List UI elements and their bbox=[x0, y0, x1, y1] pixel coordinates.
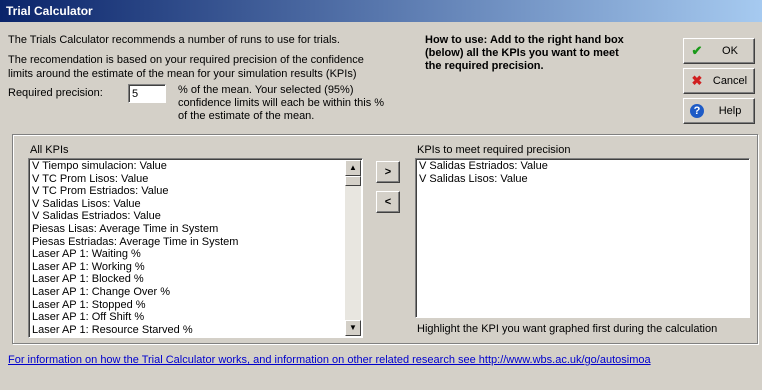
remove-kpi-button[interactable]: < bbox=[376, 191, 400, 213]
help-button[interactable]: ? Help bbox=[683, 98, 755, 124]
add-kpi-button[interactable]: > bbox=[376, 161, 400, 183]
up-arrow-icon[interactable]: ▲ bbox=[345, 160, 361, 176]
all-kpis-list-item[interactable]: Laser AP 1: Change Over % bbox=[29, 286, 344, 299]
howto-line-1: How to use: Add to the right hand box bbox=[425, 34, 624, 46]
all-kpis-list-item[interactable]: Laser AP 1: Off Shift % bbox=[29, 311, 344, 324]
title-bar: Trial Calculator bbox=[0, 0, 762, 22]
all-kpis-list-item[interactable]: V Salidas Estriados: Value bbox=[29, 210, 344, 223]
selected-kpis-label: KPIs to meet required precision bbox=[417, 144, 571, 156]
all-kpis-list-item[interactable]: V TC Prom Lisos: Value bbox=[29, 173, 344, 186]
all-kpis-list-item[interactable]: Laser AP 1: Blocked % bbox=[29, 273, 344, 286]
selected-kpis-list[interactable]: V Salidas Estriados: Value V Salidas Liso… bbox=[415, 158, 750, 318]
window-title: Trial Calculator bbox=[6, 4, 93, 18]
all-kpis-label: All KPIs bbox=[30, 144, 69, 156]
all-kpis-list-item[interactable]: Laser AP 1: Waiting % bbox=[29, 248, 344, 261]
all-kpis-list-item[interactable]: Piesas Lisas: Average Time in System bbox=[29, 223, 344, 236]
all-kpis-list-item[interactable]: V TC Prom Estriados: Value bbox=[29, 185, 344, 198]
all-kpis-scrollbar[interactable]: ▲ ▼ bbox=[345, 160, 361, 336]
cancel-button[interactable]: ✖ Cancel bbox=[683, 68, 755, 94]
precision-desc-1: % of the mean. Your selected (95%) bbox=[178, 84, 354, 96]
intro-line-3: limits around the estimate of the mean f… bbox=[8, 68, 357, 80]
precision-desc-2: confidence limits will each be within th… bbox=[178, 97, 385, 109]
all-kpis-list-item[interactable]: Laser AP 1: Stopped % bbox=[29, 299, 344, 312]
all-kpis-list-item[interactable]: Piesas Estriadas: Average Time in System bbox=[29, 236, 344, 249]
howto-line-3: the required precision. bbox=[425, 60, 544, 72]
selected-kpis-list-item[interactable]: V Salidas Estriados: Value bbox=[416, 160, 749, 173]
intro-line-2: The recomendation is based on your requi… bbox=[8, 54, 364, 66]
question-icon: ? bbox=[690, 104, 704, 118]
selected-kpis-list-item[interactable]: V Salidas Lisos: Value bbox=[416, 173, 749, 186]
howto-line-2: (below) all the KPIs you want to meet bbox=[425, 47, 619, 59]
down-arrow-icon[interactable]: ▼ bbox=[345, 320, 361, 336]
intro-line-1: The Trials Calculator recommends a numbe… bbox=[8, 34, 340, 46]
check-icon: ✔ bbox=[691, 43, 703, 58]
cross-icon: ✖ bbox=[691, 73, 703, 88]
precision-label: Required precision: bbox=[8, 87, 103, 99]
all-kpis-list[interactable]: V Tiempo simulacion: Value V TC Prom Liso… bbox=[28, 158, 363, 338]
all-kpis-list-item[interactable]: V Tiempo simulacion: Value bbox=[29, 160, 344, 173]
ok-button[interactable]: ✔ OK bbox=[683, 38, 755, 64]
info-link[interactable]: For information on how the Trial Calcula… bbox=[8, 353, 651, 367]
all-kpis-list-item[interactable]: V Salidas Lisos: Value bbox=[29, 198, 344, 211]
precision-input[interactable] bbox=[128, 84, 166, 103]
precision-desc-3: of the estimate of the mean. bbox=[178, 110, 315, 122]
all-kpis-list-item[interactable]: Laser AP 1: Working % bbox=[29, 261, 344, 274]
scroll-thumb[interactable] bbox=[345, 176, 361, 186]
all-kpis-list-item[interactable]: Laser AP 1: Resource Starved % bbox=[29, 324, 344, 337]
selected-kpis-hint: Highlight the KPI you want graphed first… bbox=[417, 323, 718, 335]
